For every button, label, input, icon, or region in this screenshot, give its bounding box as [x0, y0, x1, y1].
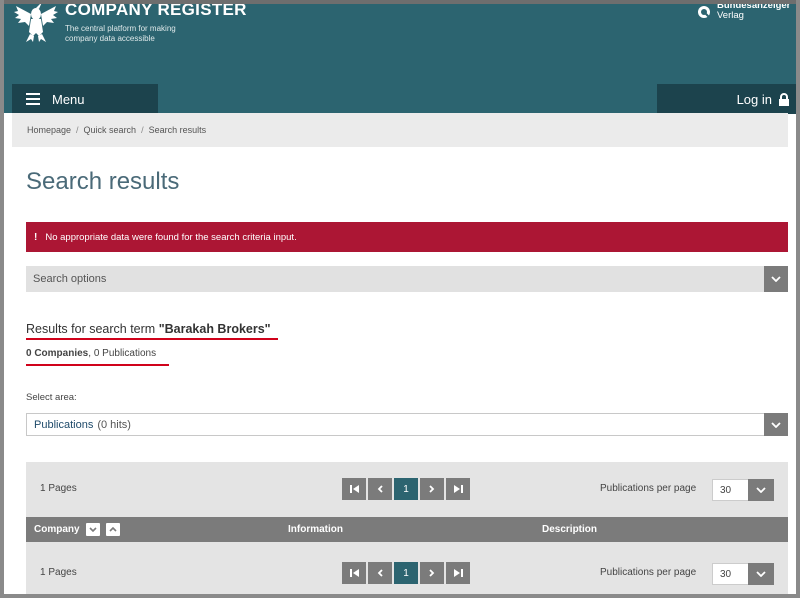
search-options-label: Search options: [33, 273, 107, 285]
first-page-icon[interactable]: [342, 478, 366, 500]
search-term: "Barakah Brokers": [158, 322, 271, 336]
breadcrumb-quick-search[interactable]: Quick search: [84, 125, 137, 135]
table-header: Company Information Description: [26, 517, 788, 542]
breadcrumb-separator: /: [141, 125, 144, 135]
chevron-down-icon[interactable]: [764, 413, 788, 436]
alert-icon: !: [34, 231, 38, 243]
per-page-label: Publications per page: [600, 483, 697, 494]
last-page-icon[interactable]: [446, 478, 470, 500]
results-count: 0 Companies, 0 Publications: [26, 348, 157, 359]
pagination-top: 1 Pages 1 Publications per page 30: [26, 462, 788, 516]
search-options-toggle[interactable]: Search options: [26, 266, 788, 292]
breadcrumb-current: Search results: [148, 125, 207, 135]
chevron-down-icon[interactable]: [748, 563, 774, 585]
publications-count[interactable]: 0 Publications: [94, 348, 156, 359]
select-area-label: Select area:: [26, 392, 77, 403]
results-panel: 1 Pages 1 Publications per page 30 Compa…: [26, 462, 788, 598]
menu-button[interactable]: Menu: [12, 84, 158, 114]
bundesanzeiger-icon: [698, 6, 710, 18]
error-alert: ! No appropriate data were found for the…: [26, 222, 788, 252]
current-page-button[interactable]: 1: [394, 478, 418, 500]
last-page-icon[interactable]: [446, 562, 470, 584]
highlight-underline: [26, 338, 278, 340]
alert-message: No appropriate data were found for the s…: [45, 231, 297, 243]
chevron-down-icon[interactable]: [764, 266, 788, 292]
pager: 1: [342, 478, 470, 500]
chevron-down-icon[interactable]: [748, 479, 774, 501]
breadcrumb: Homepage / Quick search / Search results: [12, 113, 788, 147]
per-page-value: 30: [720, 484, 732, 496]
hamburger-icon: [26, 93, 40, 105]
highlight-underline: [26, 364, 169, 366]
page-title: Search results: [26, 168, 180, 195]
breadcrumb-separator: /: [76, 125, 79, 135]
area-hits: (0 hits): [97, 418, 131, 431]
prev-page-icon[interactable]: [368, 562, 392, 584]
results-search-term: Results for search term "Barakah Brokers…: [26, 322, 271, 336]
per-page-select[interactable]: 30: [712, 479, 774, 501]
menu-label: Menu: [52, 91, 85, 107]
pages-count: 1 Pages: [40, 483, 77, 494]
pages-count: 1 Pages: [40, 567, 77, 578]
lock-icon: [779, 92, 789, 106]
next-page-icon[interactable]: [420, 478, 444, 500]
next-page-icon[interactable]: [420, 562, 444, 584]
column-company: Company: [34, 517, 120, 542]
column-description: Description: [542, 524, 598, 535]
pagination-bottom: 1 Pages 1 Publications per page 30: [26, 546, 788, 598]
site-subtitle: The central platform for making company …: [65, 24, 176, 43]
per-page-value: 30: [720, 568, 732, 580]
area-select[interactable]: Publications (0 hits): [26, 413, 788, 436]
prev-page-icon[interactable]: [368, 478, 392, 500]
area-selected: Publications: [34, 418, 94, 431]
login-button[interactable]: Log in: [657, 84, 796, 114]
per-page-label: Publications per page: [600, 567, 697, 578]
sort-ascending-icon[interactable]: [105, 523, 120, 536]
sort-descending-icon[interactable]: [85, 523, 100, 536]
breadcrumb-home[interactable]: Homepage: [27, 125, 71, 135]
login-label: Log in: [736, 91, 772, 107]
pager: 1: [342, 562, 470, 584]
per-page-select[interactable]: 30: [712, 563, 774, 585]
current-page-button[interactable]: 1: [394, 562, 418, 584]
partner-logo[interactable]: Bundesanzeiger Verlag: [697, 3, 790, 21]
column-information: Information: [288, 524, 343, 535]
first-page-icon[interactable]: [342, 562, 366, 584]
federal-eagle-logo[interactable]: [12, 0, 60, 44]
companies-count[interactable]: 0 Companies: [26, 348, 88, 359]
